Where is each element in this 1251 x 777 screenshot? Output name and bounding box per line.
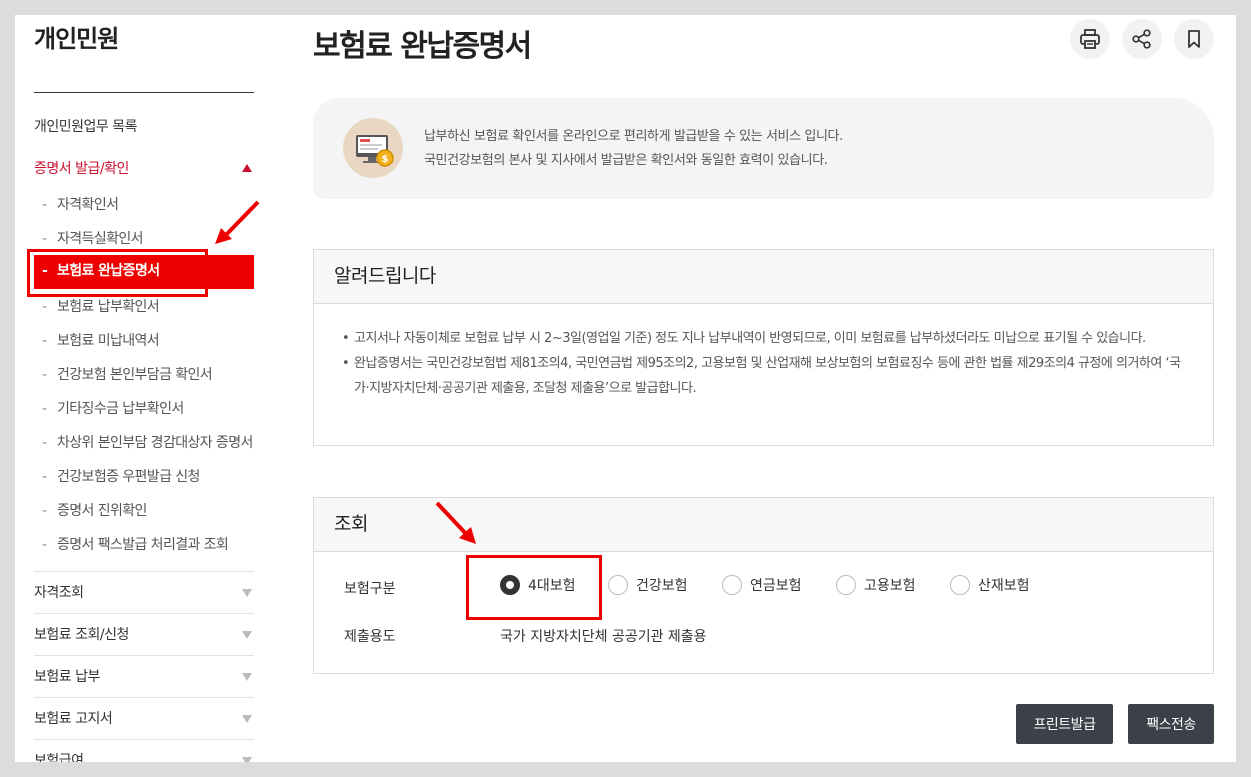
dash: - [42, 469, 47, 485]
notice-heading: 알려드립니다 [314, 250, 1213, 304]
dash: - [42, 333, 47, 349]
radio-industrial-accident-insurance[interactable]: 산재보험 [950, 575, 1030, 595]
annotation-arrow-icon [215, 200, 260, 244]
page-title: 보험료 완납증명서 [313, 29, 532, 64]
sidebar-item-near-poverty-certificate[interactable]: - 차상위 본인부담 경감대상자 증명서 [42, 432, 253, 452]
sidebar-group-premium-bill[interactable]: 보험료 고지서 [34, 697, 254, 739]
annotation-highlight-box [466, 555, 602, 620]
caret-down-icon [242, 757, 252, 762]
dash: - [42, 231, 47, 247]
dash: - [42, 435, 47, 451]
sidebar-item-label: 증명서 팩스발급 처리결과 조회 [57, 537, 229, 553]
svg-text:$: $ [382, 154, 389, 165]
dash: - [42, 197, 47, 213]
sidebar-item-copayment-confirmation[interactable]: - 건강보험 본인부담금 확인서 [42, 364, 213, 384]
notice-list: 고지서나 자동이체로 보험료 납부 시 2~3일(영업일 기준) 정도 지나 납… [314, 304, 1213, 401]
sidebar-group-qualification-lookup[interactable]: 자격조회 [34, 571, 254, 613]
purpose-label: 제출용도 [344, 629, 396, 645]
intro-line-1: 납부하신 보험료 확인서를 온라인으로 편리하게 발급받을 수 있는 서비스 입… [424, 129, 843, 144]
sidebar-item-payment-confirmation[interactable]: - 보험료 납부확인서 [42, 296, 160, 316]
bookmark-button[interactable] [1174, 19, 1214, 59]
sidebar-group-label: 보험급여 [34, 753, 84, 762]
radio-label: 고용보험 [864, 578, 916, 594]
sidebar-item-qualification[interactable]: - 자격확인서 [42, 194, 119, 214]
notice-item: 고지서나 자동이체로 보험료 납부 시 2~3일(영업일 기준) 정도 지나 납… [342, 326, 1183, 351]
radio-unchecked-icon[interactable] [836, 575, 856, 595]
sidebar-group-label: 증명서 발급/확인 [34, 161, 129, 177]
page-frame: 개인민원 개인민원업무 목록 증명서 발급/확인 - 자격확인서 - 자격득실확인서… [15, 15, 1236, 762]
dash: - [42, 299, 47, 315]
caret-down-icon [242, 715, 252, 723]
sidebar-item-fax-result[interactable]: - 증명서 팩스발급 처리결과 조회 [42, 534, 229, 554]
print-issue-button[interactable]: 프린트발급 [1016, 704, 1113, 744]
caret-down-icon [242, 589, 252, 597]
intro-line-2: 국민건강보험의 본사 및 지사에서 발급받은 확인서와 동일한 효력이 있습니다… [424, 153, 828, 168]
radio-unchecked-icon[interactable] [608, 575, 628, 595]
radio-health-insurance[interactable]: 건강보험 [608, 575, 688, 595]
sidebar-item-other-collection[interactable]: - 기타징수금 납부확인서 [42, 398, 184, 418]
sidebar-link-service-list[interactable]: 개인민원업무 목록 [34, 116, 138, 136]
sidebar-group-label: 보험료 납부 [34, 669, 100, 685]
sidebar-item-qualification-history[interactable]: - 자격득실확인서 [42, 228, 144, 248]
print-button[interactable] [1070, 19, 1110, 59]
sidebar-item-label: 기타징수금 납부확인서 [57, 401, 184, 417]
notice-item: 완납증명서는 국민건강보험법 제81조의4, 국민연금법 제95조의2, 고용보… [342, 351, 1183, 401]
sidebar-item-label: 보험료 미납내역서 [57, 333, 160, 349]
sidebar-group-label: 보험료 조회/신청 [34, 627, 129, 643]
sidebar-item-certificate-verification[interactable]: - 증명서 진위확인 [42, 500, 147, 520]
computer-coin-icon: $ [343, 118, 403, 178]
radio-label: 건강보험 [636, 578, 688, 594]
caret-up-icon [242, 164, 252, 172]
radio-employment-insurance[interactable]: 고용보험 [836, 575, 916, 595]
dash: - [42, 367, 47, 383]
sidebar-item-label: 건강보험증 우편발급 신청 [57, 469, 200, 485]
sidebar-group-label: 자격조회 [34, 585, 84, 601]
insurance-type-label: 보험구분 [344, 581, 396, 597]
dash: - [42, 401, 47, 417]
radio-unchecked-icon[interactable] [722, 575, 742, 595]
sidebar-group-label: 보험료 고지서 [34, 711, 113, 727]
sidebar-item-label: 차상위 본인부담 경감대상자 증명서 [57, 435, 253, 451]
sidebar-item-unpaid-statement[interactable]: - 보험료 미납내역서 [42, 330, 160, 350]
dash: - [42, 537, 47, 553]
annotation-highlight-box [27, 249, 208, 297]
sidebar-item-card-mail-request[interactable]: - 건강보험증 우편발급 신청 [42, 466, 200, 486]
notice-box: 알려드립니다 고지서나 자동이체로 보험료 납부 시 2~3일(영업일 기준) … [313, 249, 1214, 446]
sidebar-divider [34, 92, 254, 93]
caret-down-icon [242, 673, 252, 681]
annotation-arrow-icon [435, 501, 476, 544]
radio-label: 연금보험 [750, 578, 802, 594]
sidebar-item-label: 자격득실확인서 [57, 231, 144, 247]
radio-pension-insurance[interactable]: 연금보험 [722, 575, 802, 595]
radio-label: 산재보험 [978, 578, 1030, 594]
caret-down-icon [242, 631, 252, 639]
sidebar-group-premium-payment[interactable]: 보험료 납부 [34, 655, 254, 697]
sidebar-group-premium-lookup[interactable]: 보험료 조회/신청 [34, 613, 254, 655]
sidebar-item-label: 보험료 납부확인서 [57, 299, 160, 315]
fax-send-button[interactable]: 팩스전송 [1128, 704, 1214, 744]
sidebar-item-label: 건강보험 본인부담금 확인서 [57, 367, 213, 383]
sidebar-title: 개인민원 [34, 25, 119, 53]
share-icon [1132, 29, 1151, 49]
bookmark-icon [1188, 30, 1200, 48]
share-button[interactable] [1122, 19, 1162, 59]
sidebar-group-benefits[interactable]: 보험급여 [34, 739, 254, 762]
print-icon [1080, 29, 1100, 49]
purpose-value: 국가 지방자치단체 공공기관 제출용 [500, 629, 707, 645]
sidebar-item-label: 증명서 진위확인 [57, 503, 147, 519]
sidebar: 개인민원 개인민원업무 목록 증명서 발급/확인 - 자격확인서 - 자격득실확인서… [34, 15, 254, 762]
intro-banner: $ 납부하신 보험료 확인서를 온라인으로 편리하게 발급받을 수 있는 서비스… [313, 98, 1214, 199]
sidebar-group-certificates[interactable]: 증명서 발급/확인 [34, 158, 254, 178]
sidebar-item-label: 자격확인서 [57, 197, 119, 213]
intro-text: 납부하신 보험료 확인서를 온라인으로 편리하게 발급받을 수 있는 서비스 입… [424, 125, 843, 173]
radio-unchecked-icon[interactable] [950, 575, 970, 595]
dash: - [42, 503, 47, 519]
